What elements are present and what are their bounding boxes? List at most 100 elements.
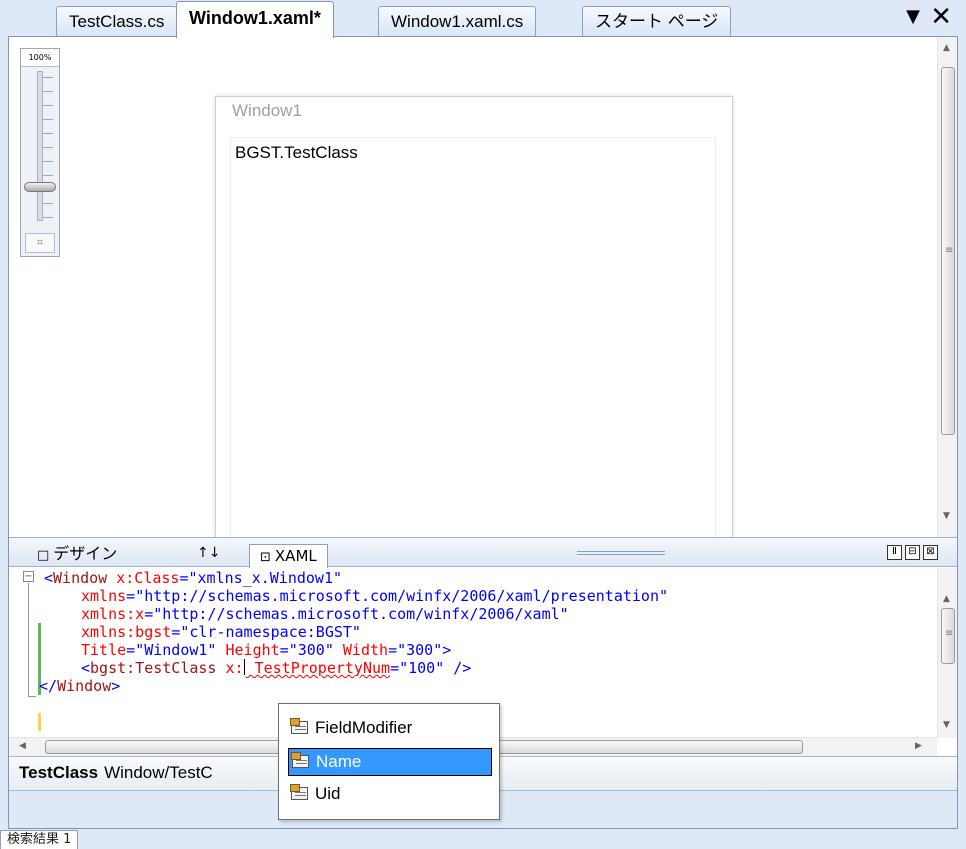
horizontal-split-button[interactable]: ⊟: [905, 545, 920, 560]
code-token: <: [81, 659, 91, 677]
code-token: "100": [399, 659, 445, 677]
collapse-pane-button[interactable]: ⊠: [923, 545, 938, 560]
zoom-tick: [43, 147, 53, 148]
code-token: xmlns:bgst: [81, 623, 172, 641]
scroll-right-icon[interactable]: ▶: [915, 741, 922, 751]
code-token: />: [444, 659, 472, 677]
intellisense-popup[interactable]: FieldModifier Name Uid: [278, 703, 500, 820]
scroll-down-icon[interactable]: ▼: [943, 720, 950, 730]
code-token: "Window1": [135, 641, 217, 659]
code-token: =: [126, 641, 136, 659]
code-token: "clr-namespace:BGST": [180, 623, 361, 641]
code-line-3: xmlns:x="http://schemas.microsoft.com/wi…: [81, 605, 569, 623]
property-icon: [291, 752, 311, 770]
collapse-region-icon[interactable]: −: [23, 571, 34, 582]
code-vertical-scrollbar[interactable]: ▲ ≡ ▼: [937, 568, 957, 738]
completion-item-fieldmodifier[interactable]: FieldModifier: [288, 715, 492, 743]
zoom-rail: [37, 71, 43, 221]
tab-design-label: デザイン: [53, 544, 118, 563]
zoom-tick: [43, 203, 53, 204]
tab-find-results[interactable]: 検索結果 1: [0, 830, 79, 849]
zoom-tick: [43, 105, 53, 106]
zoom-tick: [43, 77, 53, 78]
code-token: =: [279, 641, 289, 659]
view-split-bar: □ デザイン ↑↓ ⊡ XAML Ⅱ ⊟ ⊠: [9, 537, 957, 568]
zoom-control: 100% ⌗: [20, 48, 60, 257]
code-line-1: <Window x:Class="xmlns_x.Window1": [44, 569, 342, 587]
code-token: Window: [53, 569, 108, 587]
design-vertical-scrollbar[interactable]: ▲ ≡ ▼: [937, 37, 957, 537]
wpf-window-preview[interactable]: Window1 BGST.TestClass: [215, 96, 733, 537]
zoom-tick: [43, 217, 53, 218]
completion-item-uid[interactable]: Uid: [288, 781, 492, 809]
document-tab-strip: TestClass.cs Window1.xaml* Window1.xaml.…: [0, 0, 966, 38]
code-line-6: <bgst:TestClass x: TestPropertyNum="100"…: [81, 659, 471, 677]
scroll-up-icon[interactable]: ▲: [943, 43, 950, 53]
code-token: "300": [288, 641, 334, 659]
code-token: x:Class: [107, 569, 180, 587]
code-scroll-thumb[interactable]: ≡: [941, 608, 955, 664]
code-line-5: Title="Window1" Height="300" Width="300"…: [81, 641, 451, 659]
code-line-7: </Window>: [39, 677, 120, 695]
code-token: <: [44, 569, 54, 587]
scroll-grip-icon: ≡: [945, 628, 954, 639]
code-token: "300": [397, 641, 443, 659]
property-icon: [290, 784, 310, 802]
swap-panes-button[interactable]: ↑↓: [187, 541, 230, 568]
code-token: bgst:TestClass: [90, 659, 217, 677]
code-token: xmlns: [81, 587, 127, 605]
tab-testclass-cs[interactable]: TestClass.cs: [56, 6, 178, 36]
zoom-level-label: 100%: [21, 49, 59, 67]
close-document-icon[interactable]: ✕: [930, 2, 952, 32]
code-token: >: [442, 641, 452, 659]
completion-item-label: Uid: [315, 784, 341, 803]
property-icon: [290, 718, 310, 736]
code-token: Window: [57, 677, 112, 695]
zoom-tick: [43, 91, 53, 92]
scroll-up-icon[interactable]: ▲: [943, 594, 950, 604]
code-token: x:: [216, 659, 244, 677]
code-token: Title: [81, 641, 127, 659]
design-scroll-thumb[interactable]: ≡: [941, 67, 955, 435]
zoom-tick: [43, 119, 53, 120]
code-line-4: xmlns:bgst="clr-namespace:BGST": [81, 623, 361, 641]
zoom-slider-thumb[interactable]: [24, 182, 56, 192]
tab-window1-xaml-cs[interactable]: Window1.xaml.cs: [378, 6, 537, 36]
wpf-window-title: Window1: [232, 101, 302, 120]
code-token-error: TestPropertyNum: [245, 659, 391, 677]
code-token: =: [179, 569, 189, 587]
design-view-icon: □: [37, 548, 50, 563]
completion-item-label: Name: [316, 752, 362, 771]
code-token: =: [388, 641, 398, 659]
fit-to-window-button[interactable]: ⌗: [25, 233, 55, 253]
code-token: Height: [216, 641, 280, 659]
text-caret: [243, 659, 245, 675]
vertical-split-button[interactable]: Ⅱ: [887, 545, 902, 560]
breadcrumb-current-element[interactable]: TestClass: [19, 763, 98, 782]
scroll-left-icon[interactable]: ◀: [19, 741, 26, 751]
code-line-2: xmlns="http://schemas.microsoft.com/winf…: [81, 587, 668, 605]
code-token: </: [39, 677, 58, 695]
splitter-grip[interactable]: [577, 551, 665, 555]
code-token: >: [111, 677, 121, 695]
zoom-tick: [43, 133, 53, 134]
code-token: "http://schemas.microsoft.com/winfx/2006…: [153, 605, 569, 623]
tab-xaml[interactable]: ⊡ XAML: [249, 544, 328, 568]
design-surface[interactable]: 100% ⌗ Window1 BGST.TestClass ▲ ≡ ▼: [9, 37, 957, 537]
tab-design[interactable]: □ デザイン: [27, 541, 127, 568]
unsaved-line-marker: [38, 713, 41, 731]
zoom-slider[interactable]: [21, 67, 59, 227]
wpf-window-client-area[interactable]: BGST.TestClass: [230, 137, 716, 537]
tab-list-dropdown-icon[interactable]: ▼: [906, 6, 920, 27]
code-token: xmlns:x: [81, 605, 145, 623]
breadcrumb-path[interactable]: Window/TestC: [104, 763, 213, 782]
completion-item-label: FieldModifier: [315, 718, 413, 737]
code-token: =: [390, 659, 400, 677]
tab-window1-xaml[interactable]: Window1.xaml*: [176, 1, 334, 38]
tab-start-page[interactable]: スタート ページ: [582, 6, 732, 36]
scroll-down-icon[interactable]: ▼: [943, 511, 950, 521]
tab-xaml-label: XAML: [274, 547, 317, 565]
wpf-content-text: BGST.TestClass: [235, 143, 358, 162]
completion-item-name[interactable]: Name: [288, 748, 492, 776]
scroll-grip-icon: ≡: [945, 245, 954, 256]
